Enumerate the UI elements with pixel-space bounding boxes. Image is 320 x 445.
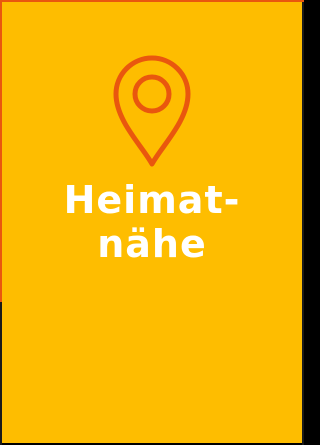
card-title: Heimat- nähe: [0, 178, 304, 266]
feature-card: Heimat- nähe: [0, 0, 304, 445]
card-left-edge: [0, 302, 2, 445]
card-title-line-2: nähe: [97, 222, 207, 266]
card-title-line-1: Heimat-: [63, 178, 241, 222]
map-pin-icon: [113, 55, 191, 167]
